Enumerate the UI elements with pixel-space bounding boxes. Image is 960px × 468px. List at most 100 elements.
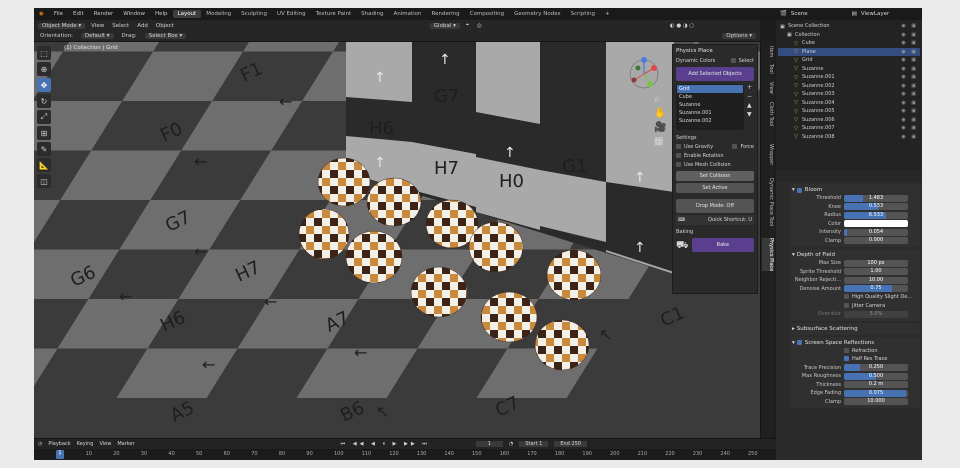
visibility-toggle-icons[interactable]: ◉ ▣ xyxy=(901,23,918,29)
header-menu-select[interactable]: Select xyxy=(110,23,131,29)
current-frame-field[interactable]: 1 xyxy=(475,441,503,447)
property-field[interactable]: 0.500 xyxy=(844,372,908,380)
add-workspace-icon[interactable]: + xyxy=(600,11,615,17)
workspace-tab-animation[interactable]: Animation xyxy=(388,10,426,18)
property-field[interactable]: 0.75 xyxy=(844,285,908,293)
workspace-tab-modeling[interactable]: Modeling xyxy=(201,10,236,18)
use-mesh-collision-checkbox[interactable]: Use Mesh Collision xyxy=(676,162,731,168)
workspace-tab-layout[interactable]: Layout xyxy=(172,10,202,18)
select-box-tool-icon[interactable]: ⬚ xyxy=(37,46,51,60)
editor-type-icon[interactable]: ◷ xyxy=(38,441,42,447)
proportional-edit-icon[interactable]: ◎ xyxy=(475,23,484,29)
force-field[interactable]: Force xyxy=(732,144,754,150)
visibility-toggle-icons[interactable]: ◉ ▣ xyxy=(901,117,918,123)
visibility-toggle-icons[interactable]: ◉ ▣ xyxy=(901,40,918,46)
enable-rotation-checkbox[interactable]: Enable Rotation xyxy=(676,153,724,159)
workspace-tab-texture-paint[interactable]: Texture Paint xyxy=(311,10,357,18)
list-item[interactable]: Suzanne.001 xyxy=(677,109,743,117)
property-field[interactable]: 0.250 xyxy=(844,364,908,372)
menu-window[interactable]: Window xyxy=(118,11,150,17)
start-frame-field[interactable]: Start 1 xyxy=(519,441,549,447)
visibility-toggle-icons[interactable]: ◉ ▣ xyxy=(901,108,918,114)
half-res-trace-checkbox[interactable]: Half Res Trace xyxy=(844,356,887,362)
outliner-row[interactable]: ▽ Suzanne.004 ◉ ▣ xyxy=(778,99,920,108)
visibility-toggle-icons[interactable]: ◉ ▣ xyxy=(901,91,918,97)
mode-dropdown[interactable]: Object Mode ▾ xyxy=(38,22,86,29)
add-selected-objects-button[interactable]: Add Selected Objects xyxy=(676,67,754,81)
sss-header[interactable]: ▸ Subsurface Scattering xyxy=(792,325,918,333)
workspace-tab-geometry-nodes[interactable]: Geometry Nodes xyxy=(509,10,565,18)
outliner-row[interactable]: ▽ Cube ◉ ▣ xyxy=(778,39,920,48)
outliner-row[interactable]: ▽ Suzanne.005 ◉ ▣ xyxy=(778,107,920,116)
3d-viewport[interactable]: F1 F0 G7 G6 H7 H6 A7 B6 A5 C7 C1 ← ← ← ← ← ←… xyxy=(34,42,760,438)
list-add-icon[interactable]: + xyxy=(747,84,752,91)
timeline-menu-view[interactable]: View xyxy=(99,441,111,447)
workspace-tab-compositing[interactable]: Compositing xyxy=(465,10,509,18)
property-field[interactable]: 10.000 xyxy=(844,398,908,406)
jitter-camera-checkbox[interactable]: Jitter Camera xyxy=(844,302,885,309)
object-list[interactable]: Grid Cube Suzanne Suzanne.001 Suzanne.00… xyxy=(676,84,744,130)
bake-button[interactable]: Bake xyxy=(691,238,754,252)
ssr-header[interactable]: ▾ Screen Space Reflections xyxy=(792,339,918,347)
tab-tool[interactable]: Tool xyxy=(762,64,774,74)
outliner-row[interactable]: ▣ Collection ◉ ▣ xyxy=(778,31,920,40)
playback-controls[interactable]: ⏮ ◀◀ ◀ ⏸ ▶ ▶▶ ⏭ xyxy=(341,441,430,447)
list-item[interactable]: Suzanne xyxy=(677,101,743,109)
header-menu-object[interactable]: Object xyxy=(154,23,176,29)
outliner-row[interactable]: ▽ Grid ◉ ▣ xyxy=(778,56,920,65)
visibility-toggle-icons[interactable]: ◉ ▣ xyxy=(901,74,918,80)
visibility-toggle-icons[interactable]: ◉ ▣ xyxy=(901,66,918,72)
cursor-tool-icon[interactable]: ⊕ xyxy=(37,62,51,76)
property-field[interactable]: 10.00 xyxy=(844,276,908,284)
visibility-toggle-icons[interactable]: ◉ ▣ xyxy=(901,125,918,131)
outliner-row[interactable]: ▣ Scene Collection ◉ ▣ xyxy=(778,22,920,31)
set-collision-button[interactable]: Set Collision xyxy=(676,171,754,181)
preview-range-icon[interactable]: ◔ xyxy=(509,441,513,447)
list-move-down-icon[interactable]: ▼ xyxy=(747,111,752,118)
tab-physics-place[interactable]: Physics Place xyxy=(762,238,774,272)
menu-help[interactable]: Help xyxy=(150,11,173,17)
timeline-ruler[interactable]: 1 1 10 20 30 40 50 60 70 80 90 100 110 120 130 140 150 1… xyxy=(34,449,776,460)
outliner-row[interactable]: ▽ Suzanne.007 ◉ ▣ xyxy=(778,124,920,133)
list-remove-icon[interactable]: − xyxy=(747,93,752,100)
workspace-tab-sculpting[interactable]: Sculpting xyxy=(236,10,272,18)
visibility-toggle-icons[interactable]: ◉ ▣ xyxy=(901,49,918,55)
tab-dynamic-place-tool[interactable]: Dynamic Place Tool xyxy=(762,178,774,226)
timeline-menu-marker[interactable]: Marker xyxy=(117,441,134,447)
visibility-toggle-icons[interactable]: ◉ ▣ xyxy=(901,83,918,89)
timeline-menu-keying[interactable]: Keying xyxy=(77,441,94,447)
tab-item[interactable]: Item xyxy=(762,46,774,57)
transform-orientation-dropdown[interactable]: Global ▾ xyxy=(429,22,460,29)
menu-edit[interactable]: Edit xyxy=(68,11,89,17)
timeline-menu-playback[interactable]: Playback xyxy=(48,441,70,447)
set-active-button[interactable]: Set Active xyxy=(676,183,754,193)
use-gravity-checkbox[interactable]: Use Gravity xyxy=(676,144,713,150)
add-cube-tool-icon[interactable]: ◫ xyxy=(37,174,51,188)
transform-tool-icon[interactable]: ⊞ xyxy=(37,126,51,140)
options-dropdown[interactable]: Options ▾ xyxy=(722,33,756,39)
list-item[interactable]: Suzanne.002 xyxy=(677,117,743,125)
header-menu-view[interactable]: View xyxy=(89,23,106,29)
scale-tool-icon[interactable]: ⤢ xyxy=(37,110,51,124)
outliner-row[interactable]: ▽ Suzanne ◉ ▣ xyxy=(778,65,920,74)
scene-name[interactable]: Scene xyxy=(791,11,808,17)
property-field[interactable] xyxy=(844,220,908,228)
list-move-up-icon[interactable]: ▲ xyxy=(747,102,752,109)
header-menu-add[interactable]: Add xyxy=(135,23,150,29)
workspace-tab-uv-editing[interactable]: UV Editing xyxy=(272,10,311,18)
high-quality-checkbox[interactable]: High Quality Slight De... xyxy=(844,294,912,300)
refraction-checkbox[interactable]: Refraction xyxy=(844,347,878,354)
measure-tool-icon[interactable]: 📐 xyxy=(37,158,51,172)
tab-cloth-tool[interactable]: Cloth Tool xyxy=(762,102,774,126)
snap-icon[interactable]: ⌖ xyxy=(464,22,471,29)
viewlayer-icon[interactable]: ▤ xyxy=(852,11,857,17)
property-field[interactable]: 0.000 xyxy=(844,237,908,245)
property-field[interactable]: 6.533 xyxy=(844,211,908,219)
property-field[interactable]: 0.075 xyxy=(844,389,908,397)
blender-logo-icon[interactable]: ◉ xyxy=(34,11,49,17)
menu-file[interactable]: File xyxy=(49,11,68,17)
outliner-row[interactable]: ▽ Suzanne.006 ◉ ▣ xyxy=(778,116,920,125)
tab-wrapper[interactable]: Wrapper xyxy=(762,144,774,165)
property-field[interactable]: 1.00 xyxy=(844,268,908,276)
orientation-dropdown[interactable]: Default ▾ xyxy=(80,33,114,39)
